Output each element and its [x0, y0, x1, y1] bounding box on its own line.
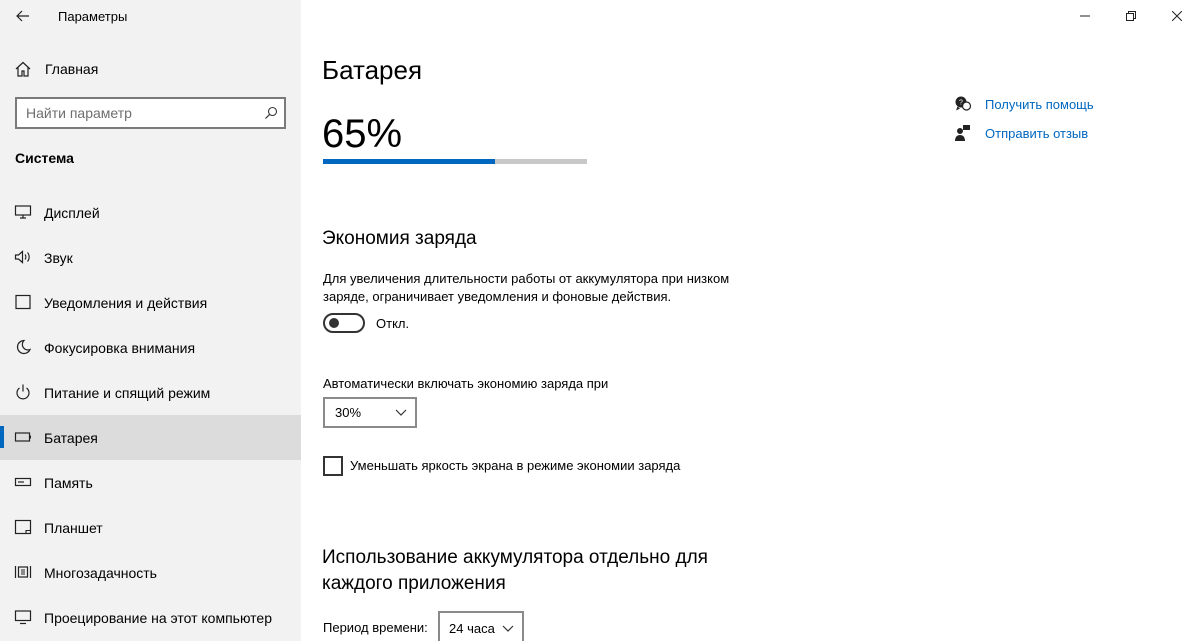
sidebar-item-display[interactable]: Дисплей	[0, 190, 301, 235]
sidebar-item-label: Батарея	[44, 430, 98, 446]
battery-progress-bar	[323, 159, 587, 164]
projecting-icon	[14, 610, 32, 625]
app-title: Параметры	[58, 9, 128, 24]
feedback-icon	[955, 125, 970, 141]
sidebar-item-power-sleep[interactable]: Питание и спящий режим	[0, 370, 301, 415]
sidebar-item-battery[interactable]: Батарея	[0, 415, 301, 460]
search-field[interactable]	[15, 97, 286, 129]
close-icon	[1172, 11, 1182, 21]
search-icon[interactable]	[264, 106, 278, 120]
back-button[interactable]	[10, 4, 36, 28]
power-icon	[16, 384, 30, 400]
sidebar: Параметры Главная Система Дисплей	[0, 0, 301, 641]
page-title: Батарея	[322, 55, 423, 85]
window-controls	[1062, 0, 1200, 32]
sidebar-item-focus-assist[interactable]: Фокусировка внимания	[0, 325, 301, 370]
storage-icon	[14, 477, 32, 487]
sidebar-item-multitasking[interactable]: Многозадачность	[0, 550, 301, 595]
sidebar-item-tablet[interactable]: Планшет	[0, 505, 301, 550]
sidebar-item-label: Проецирование на этот компьютер	[44, 610, 272, 626]
back-arrow-icon	[16, 10, 29, 22]
display-icon	[14, 205, 32, 219]
select-value: 24 часа	[449, 621, 495, 636]
sidebar-item-sound[interactable]: Звук	[0, 235, 301, 280]
get-help-label[interactable]: Получить помощь	[985, 97, 1094, 112]
sidebar-group-title: Система	[15, 150, 74, 166]
minimize-icon	[1080, 15, 1090, 17]
sidebar-item-label: Питание и спящий режим	[44, 385, 211, 401]
help-chat-icon: ?	[955, 96, 972, 111]
restore-button[interactable]	[1108, 0, 1154, 32]
sidebar-item-label: Дисплей	[44, 205, 100, 221]
battery-saver-toggle[interactable]	[323, 313, 365, 333]
chevron-down-icon	[502, 625, 514, 632]
title-bar: Параметры	[0, 0, 301, 32]
sidebar-item-label: Уведомления и действия	[44, 295, 208, 311]
moon-icon	[16, 339, 32, 355]
send-feedback-link[interactable]: Отправить отзыв	[953, 123, 1153, 152]
app-usage-title: Использование аккумулятора отдельно для …	[322, 547, 708, 594]
active-indicator	[0, 426, 4, 448]
sidebar-item-label: Память	[44, 475, 93, 491]
settings-window: Параметры Главная Система Дисплей	[0, 0, 1200, 641]
time-period-select[interactable]: 24 часа	[438, 611, 524, 641]
tablet-icon	[14, 519, 32, 535]
main-content: Батарея 65% Экономия заряда Для увеличен…	[301, 0, 1200, 641]
send-feedback-label[interactable]: Отправить отзыв	[985, 126, 1088, 141]
chevron-down-icon	[395, 409, 407, 416]
battery-progress-fill	[323, 159, 495, 164]
svg-text:?: ?	[959, 100, 963, 107]
sidebar-nav: Дисплей Звук Уведомления и действия Фоку…	[0, 190, 301, 640]
lower-brightness-label[interactable]: Уменьшать яркость экрана в режиме эконом…	[350, 458, 680, 473]
search-input[interactable]	[26, 105, 246, 121]
sidebar-item-projecting[interactable]: Проецирование на этот компьютер	[0, 595, 301, 640]
toggle-knob	[329, 318, 339, 328]
minimize-button[interactable]	[1062, 0, 1108, 32]
time-period-label: Период времени:	[323, 620, 428, 635]
sidebar-item-label: Планшет	[44, 520, 103, 536]
get-help-link[interactable]: ? Получить помощь	[953, 94, 1153, 123]
sidebar-item-home[interactable]: Главная	[0, 53, 301, 85]
auto-saver-threshold-select[interactable]: 30%	[323, 397, 417, 428]
auto-saver-label: Автоматически включать экономию заряда п…	[323, 376, 609, 391]
multitasking-icon	[14, 566, 32, 578]
sidebar-item-label: Главная	[45, 61, 99, 77]
sidebar-item-storage[interactable]: Память	[0, 460, 301, 505]
lower-brightness-checkbox[interactable]	[323, 456, 343, 476]
speaker-icon	[14, 250, 30, 264]
select-value: 30%	[335, 405, 362, 420]
home-icon	[15, 61, 31, 77]
sidebar-item-notifications[interactable]: Уведомления и действия	[0, 280, 301, 325]
sidebar-item-label: Звук	[44, 250, 73, 266]
sidebar-item-label: Фокусировка внимания	[44, 340, 196, 356]
notifications-icon	[15, 294, 31, 310]
close-button[interactable]	[1154, 0, 1200, 32]
toggle-state-label: Откл.	[376, 316, 410, 331]
help-links: ? Получить помощь Отправить отзыв	[953, 94, 1153, 152]
battery-percent: 65%	[322, 112, 403, 156]
battery-saver-description: Для увеличения длительности работы от ак…	[323, 271, 730, 304]
battery-saver-title: Экономия заряда	[322, 228, 477, 249]
battery-icon	[14, 432, 31, 442]
restore-icon	[1126, 11, 1136, 21]
sidebar-item-label: Многозадачность	[44, 565, 157, 581]
